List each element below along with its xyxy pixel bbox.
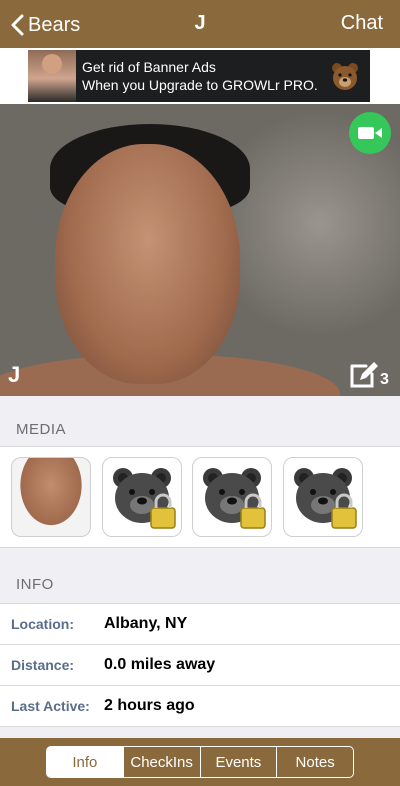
media-header-label: MEDIA <box>16 421 67 438</box>
tab-events[interactable]: Events <box>199 747 277 777</box>
banner-ad-line1: Get rid of Banner Ads <box>82 59 216 75</box>
info-header-label: INFO <box>16 576 54 593</box>
tab-notes[interactable]: Notes <box>276 747 353 777</box>
info-row-distance: Distance: 0.0 miles away <box>0 645 400 686</box>
banner-ad-image <box>28 50 76 102</box>
photo-count-badge: 3 <box>380 371 389 388</box>
info-section-header: INFO <box>0 559 400 603</box>
info-list: Location: Albany, NY Distance: 0.0 miles… <box>0 603 400 727</box>
chat-button[interactable]: Chat <box>341 12 383 35</box>
locked-bear-icon <box>203 468 266 529</box>
info-label: Distance: <box>11 657 75 673</box>
bottom-tab-bar: Info CheckIns Events Notes <box>0 738 400 786</box>
info-value: Albany, NY <box>104 615 188 632</box>
video-call-button[interactable] <box>349 112 391 154</box>
tab-info[interactable]: Info <box>47 747 123 777</box>
media-thumbnail-locked[interactable] <box>283 457 363 537</box>
info-label: Location: <box>11 616 74 632</box>
bear-logo-icon <box>332 63 358 90</box>
profile-photo[interactable] <box>0 104 400 396</box>
info-row-location: Location: Albany, NY <box>0 604 400 645</box>
info-label: Last Active: <box>11 698 90 714</box>
banner-ad-text: Get rid of Banner Ads When you Upgrade t… <box>82 58 318 94</box>
top-nav-bar: Bears J Chat <box>0 0 400 48</box>
media-thumbnail-photo[interactable] <box>11 457 91 537</box>
media-thumbnail-locked[interactable] <box>102 457 182 537</box>
info-value: 0.0 miles away <box>104 656 216 673</box>
media-section-header: MEDIA <box>0 404 400 448</box>
edit-photos-button[interactable]: 3 <box>348 360 396 390</box>
photo-face <box>55 144 240 384</box>
media-thumbnail-locked[interactable] <box>192 457 272 537</box>
locked-bear-icon <box>294 468 357 529</box>
banner-ad[interactable]: Get rid of Banner Ads When you Upgrade t… <box>28 50 370 102</box>
video-camera-icon <box>358 127 382 139</box>
media-row <box>0 446 400 548</box>
segmented-control: Info CheckIns Events Notes <box>46 746 354 778</box>
banner-ad-area: Get rid of Banner Ads When you Upgrade t… <box>0 48 400 104</box>
info-row-last-active: Last Active: 2 hours ago <box>0 686 400 727</box>
tab-checkins[interactable]: CheckIns <box>122 747 200 777</box>
photo-name-label: J <box>8 362 21 387</box>
edit-icon <box>350 362 378 388</box>
info-value: 2 hours ago <box>104 697 195 714</box>
banner-ad-line2: When you Upgrade to GROWLr PRO. <box>82 77 318 93</box>
locked-bear-icon <box>113 468 176 529</box>
